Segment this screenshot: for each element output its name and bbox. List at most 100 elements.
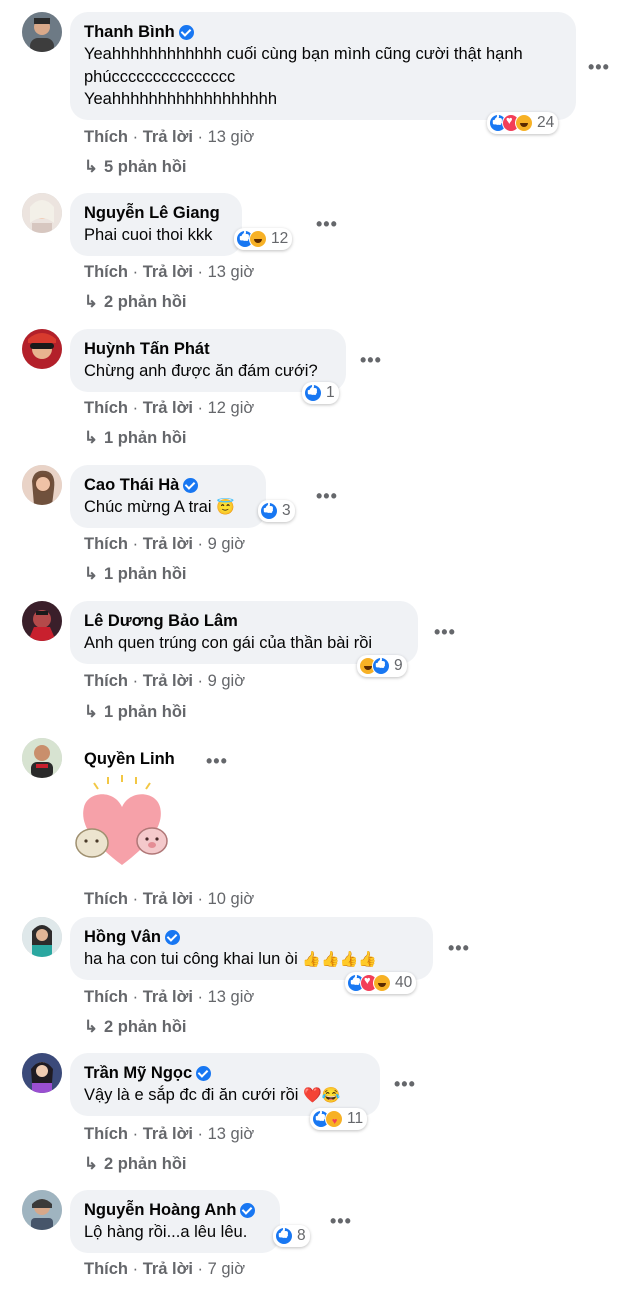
view-replies-link[interactable]: ↳ 2 phản hồi: [84, 292, 187, 312]
reply-arrow-icon: ↳: [84, 1155, 98, 1173]
more-options-icon[interactable]: •••: [360, 351, 382, 369]
timestamp[interactable]: 10 giờ: [208, 890, 255, 908]
like-button[interactable]: Thích: [84, 535, 128, 553]
avatar[interactable]: [22, 465, 62, 505]
like-button[interactable]: Thích: [84, 988, 128, 1006]
view-replies-link[interactable]: ↳ 2 phản hồi: [84, 1154, 187, 1174]
more-options-icon[interactable]: •••: [316, 487, 338, 505]
verified-badge-icon: [165, 929, 180, 945]
comment-bubble: Nguyễn Lê Giang Phai cuoi thoi kkk: [70, 193, 242, 256]
reply-button[interactable]: Trả lời: [143, 535, 193, 553]
comment-text: Vậy là e sắp đc đi ăn cưới rồi ❤️😂: [84, 1086, 341, 1104]
timestamp[interactable]: 12 giờ: [208, 399, 255, 417]
more-options-icon[interactable]: •••: [330, 1212, 352, 1230]
commenter-name[interactable]: Trần Mỹ Ngọc: [84, 1062, 212, 1084]
care-reaction-icon: [325, 1110, 343, 1128]
avatar[interactable]: [22, 12, 62, 52]
more-options-icon[interactable]: •••: [434, 623, 456, 641]
comment-actions: Thích · Trả lời · 9 giờ: [84, 535, 246, 553]
like-button[interactable]: Thích: [84, 1125, 128, 1143]
reaction-count: 40: [395, 974, 413, 991]
view-replies-link[interactable]: ↳ 5 phản hồi: [84, 157, 187, 177]
commenter-name[interactable]: Nguyễn Hoàng Anh: [84, 1199, 256, 1221]
reply-arrow-icon: ↳: [84, 1018, 98, 1036]
reaction-summary[interactable]: 24: [487, 112, 559, 134]
like-button[interactable]: Thích: [84, 128, 128, 146]
like-button[interactable]: Thích: [84, 672, 128, 690]
view-replies-link[interactable]: ↳ 1 phản hồi: [84, 702, 187, 722]
comment-text: ha ha con tui công khai lun òi 👍👍👍👍: [84, 950, 378, 968]
more-options-icon[interactable]: •••: [206, 752, 228, 770]
timestamp[interactable]: 9 giờ: [208, 535, 245, 553]
reply-button[interactable]: Trả lời: [143, 1125, 193, 1143]
heart-couple-sticker[interactable]: [70, 775, 174, 880]
reply-button[interactable]: Trả lời: [143, 399, 193, 417]
reaction-summary[interactable]: 40: [345, 972, 417, 994]
avatar[interactable]: [22, 917, 62, 957]
timestamp[interactable]: 9 giờ: [208, 672, 245, 690]
reaction-summary[interactable]: 8: [273, 1225, 310, 1247]
commenter-name[interactable]: Cao Thái Hà: [84, 474, 199, 496]
like-reaction-icon: [275, 1227, 293, 1245]
avatar[interactable]: [22, 738, 62, 778]
reply-button[interactable]: Trả lời: [143, 890, 193, 908]
avatar[interactable]: [22, 193, 62, 233]
reaction-summary[interactable]: 12: [234, 228, 293, 250]
comment-actions: Thích · Trả lời · 10 giờ: [84, 890, 255, 908]
emoji: ❤️😂: [303, 1087, 341, 1104]
like-button[interactable]: Thích: [84, 890, 128, 908]
reaction-count: 11: [347, 1110, 364, 1127]
comment-bubble: Trần Mỹ Ngọc Vậy là e sắp đc đi ăn cưới …: [70, 1053, 380, 1116]
view-replies-link[interactable]: ↳ 2 phản hồi: [84, 1017, 187, 1037]
reaction-count: 8: [297, 1227, 306, 1244]
comment-actions: Thích · Trả lời · 9 giờ: [84, 672, 246, 690]
commenter-name[interactable]: Thanh Bình: [84, 21, 194, 43]
commenter-name[interactable]: Lê Dương Bảo Lâm: [84, 610, 238, 632]
verified-badge-icon: [196, 1065, 212, 1081]
avatar[interactable]: [22, 1190, 62, 1230]
commenter-name[interactable]: Hồng Vân: [84, 926, 180, 948]
timestamp[interactable]: 13 giờ: [208, 988, 255, 1006]
like-button[interactable]: Thích: [84, 399, 128, 417]
view-replies-link[interactable]: ↳ 1 phản hồi: [84, 428, 187, 448]
comment-text: Chúc mừng A trai 😇: [84, 498, 235, 516]
more-options-icon[interactable]: •••: [394, 1075, 416, 1093]
haha-reaction-icon: [373, 974, 391, 992]
reply-arrow-icon: ↳: [84, 158, 98, 176]
comment-actions: Thích · Trả lời · 12 giờ: [84, 399, 255, 417]
like-reaction-icon: [260, 502, 278, 520]
more-options-icon[interactable]: •••: [316, 215, 338, 233]
comment-actions: Thích · Trả lời · 7 giờ: [84, 1260, 246, 1278]
commenter-name[interactable]: Huỳnh Tấn Phát: [84, 338, 210, 360]
comment-text: Chừng anh được ăn đám cưới?: [84, 362, 318, 380]
more-options-icon[interactable]: •••: [588, 58, 610, 76]
reply-arrow-icon: ↳: [84, 293, 98, 311]
avatar[interactable]: [22, 329, 62, 369]
reaction-count: 24: [537, 114, 555, 131]
timestamp[interactable]: 13 giờ: [208, 263, 255, 281]
timestamp[interactable]: 13 giờ: [208, 128, 255, 146]
like-button[interactable]: Thích: [84, 1260, 128, 1278]
reply-button[interactable]: Trả lời: [143, 672, 193, 690]
reply-arrow-icon: ↳: [84, 565, 98, 583]
comment-bubble: Thanh Bình Yeahhhhhhhhhhhh cuối cùng bạn…: [70, 12, 576, 120]
commenter-name[interactable]: Nguyễn Lê Giang: [84, 202, 220, 224]
avatar[interactable]: [22, 1053, 62, 1093]
reply-button[interactable]: Trả lời: [143, 1260, 193, 1278]
timestamp[interactable]: 7 giờ: [208, 1260, 245, 1278]
commenter-name[interactable]: Quyền Linh: [84, 748, 175, 770]
more-options-icon[interactable]: •••: [448, 939, 470, 957]
reaction-summary[interactable]: 3: [258, 500, 295, 522]
like-button[interactable]: Thích: [84, 263, 128, 281]
reply-arrow-icon: ↳: [84, 429, 98, 447]
reaction-summary[interactable]: 9: [357, 655, 407, 677]
timestamp[interactable]: 13 giờ: [208, 1125, 255, 1143]
reaction-summary[interactable]: 11: [310, 1108, 368, 1130]
avatar[interactable]: [22, 601, 62, 641]
reaction-summary[interactable]: 1: [302, 382, 339, 404]
emoji: 👍👍👍👍: [302, 951, 378, 968]
reply-button[interactable]: Trả lời: [143, 128, 193, 146]
reply-button[interactable]: Trả lời: [143, 988, 193, 1006]
view-replies-link[interactable]: ↳ 1 phản hồi: [84, 564, 187, 584]
reply-button[interactable]: Trả lời: [143, 263, 193, 281]
